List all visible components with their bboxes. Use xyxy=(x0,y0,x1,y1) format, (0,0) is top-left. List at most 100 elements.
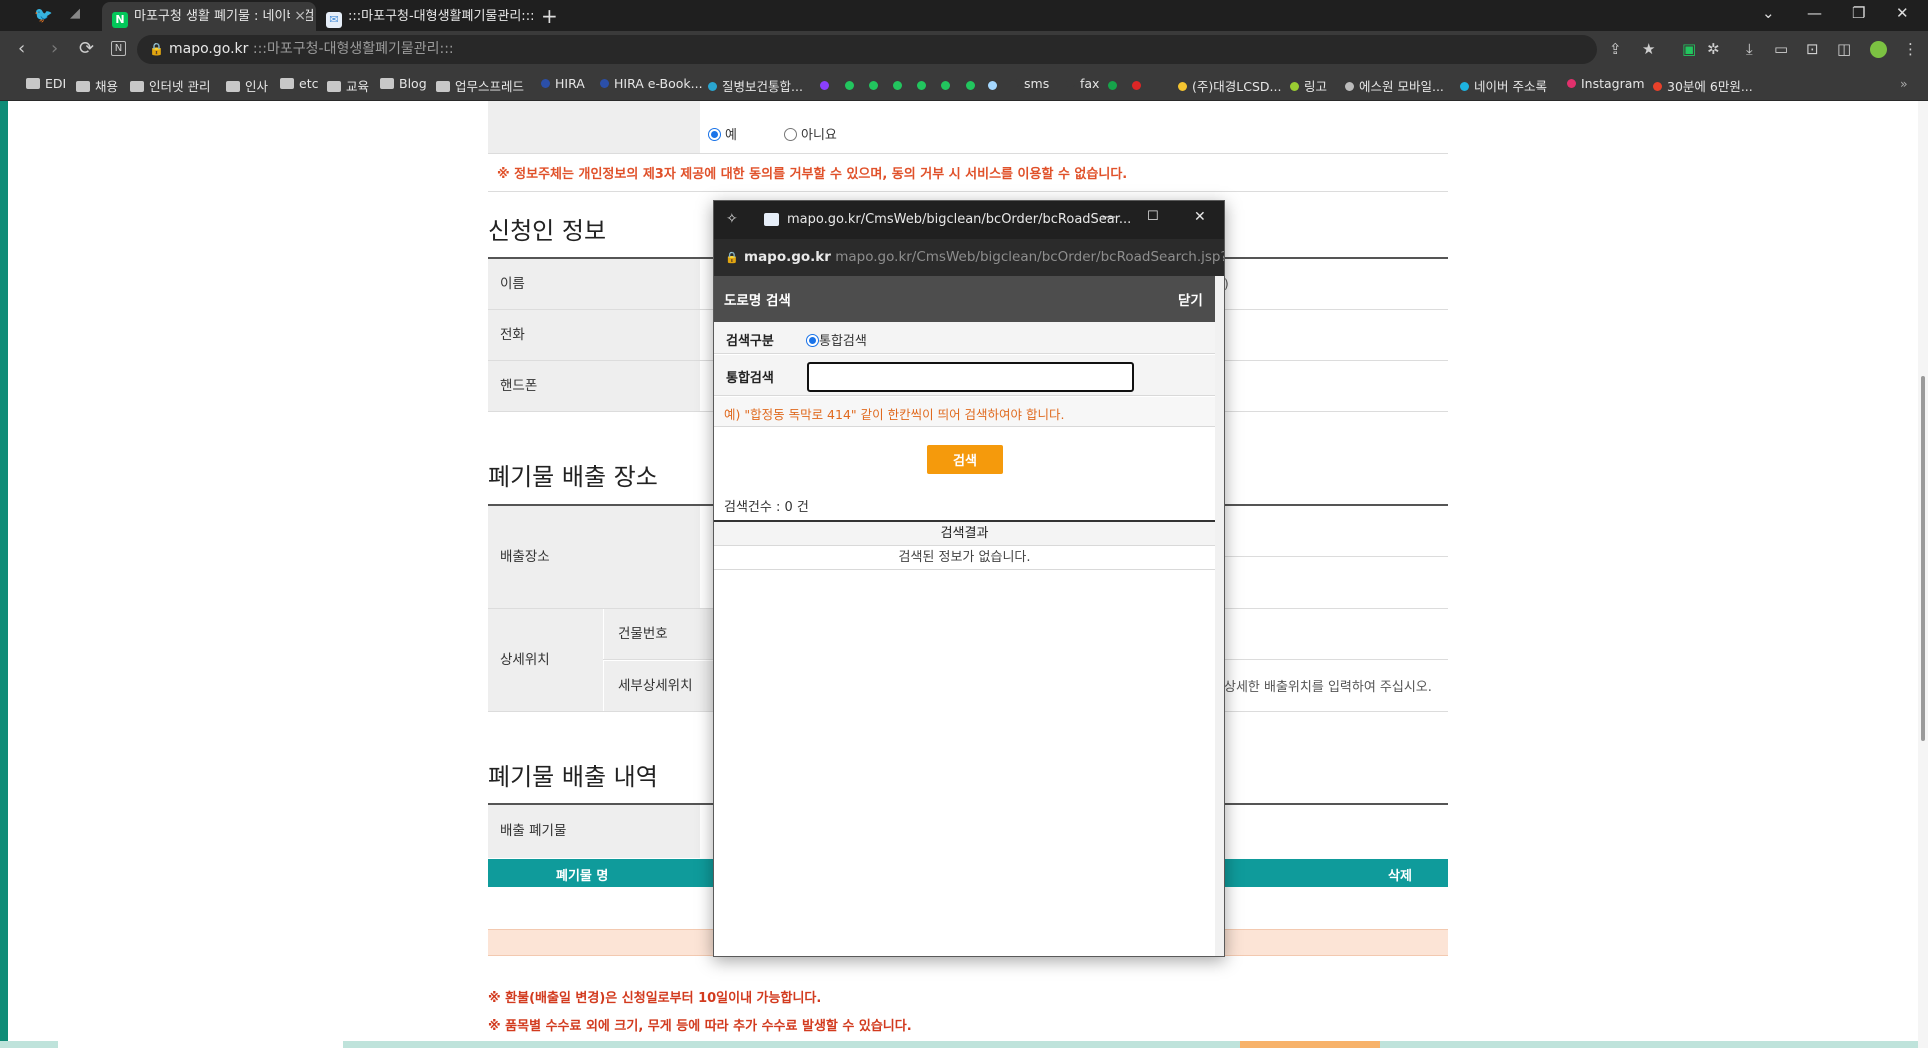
media-icon[interactable]: ▭ xyxy=(1774,40,1788,58)
bookmark-dot-icon[interactable] xyxy=(1132,81,1141,90)
bookmark-folder-recruit[interactable]: 채용 xyxy=(76,76,118,95)
avatar[interactable] xyxy=(1870,41,1887,58)
tab-close-icon[interactable]: × xyxy=(290,2,306,31)
sidepanel-icon[interactable]: ◫ xyxy=(1837,40,1851,58)
tab-search-icon[interactable]: ◢ xyxy=(70,6,80,21)
bookmark-folder-hr[interactable]: 인사 xyxy=(226,76,268,95)
popup-scrollbar[interactable] xyxy=(1215,276,1224,956)
folder-icon xyxy=(226,81,240,92)
bookmark-dot-icon[interactable] xyxy=(941,81,950,90)
bookmark-dot-icon[interactable] xyxy=(893,81,902,90)
scroll-thumb[interactable] xyxy=(1921,376,1925,741)
tab-naver[interactable]: N 마포구청 생활 폐기물 : 네이버 검 × xyxy=(102,2,316,31)
bookmark-folder-spread[interactable]: 업무스프레드 xyxy=(436,76,524,95)
bookmark-instagram[interactable]: Instagram xyxy=(1567,76,1645,91)
subdetail-label: 세부상세위치 xyxy=(604,661,713,711)
minimize-icon[interactable]: — xyxy=(1807,4,1822,22)
col-waste-name: 폐기물 명 xyxy=(556,869,609,884)
applicant-section-title: 신청인 정보 xyxy=(488,217,607,245)
search-button[interactable]: 검색 xyxy=(927,445,1003,474)
share-icon[interactable]: ⇪ xyxy=(1609,40,1622,58)
naver-extension-icon[interactable]: N xyxy=(111,41,126,56)
lock-icon: 🔒 xyxy=(149,42,164,56)
bookmark-fax[interactable]: fax xyxy=(1066,76,1099,91)
radio-icon xyxy=(784,128,797,141)
popup-minimize-icon[interactable]: — xyxy=(1102,209,1116,225)
banner-segment xyxy=(1240,1041,1380,1048)
tab-title: 마포구청 생활 폐기물 : 네이버 검 xyxy=(134,9,315,24)
reload-icon[interactable]: ⟳ xyxy=(79,39,94,59)
browser-toolbar: ‹ › ⟳ N 🔒 mapo.go.kr :::마포구청-대형생활폐기물관리::… xyxy=(0,31,1928,68)
pin-icon[interactable]: ✧ xyxy=(726,211,738,227)
detail-label: 상세위치 xyxy=(488,609,603,711)
consent-yes-radio[interactable]: 예 xyxy=(708,124,737,143)
extension-green-icon[interactable]: ▣ xyxy=(1682,40,1696,58)
restore-icon[interactable]: ❐ xyxy=(1852,4,1865,22)
address-bar[interactable]: 🔒 mapo.go.kr :::마포구청-대형생활폐기물관리::: xyxy=(137,35,1597,64)
bookmark-ringo[interactable]: 링고 xyxy=(1290,76,1327,95)
bookmark-30min[interactable]: 30분에 6만원... xyxy=(1653,76,1753,95)
col-delete: 삭제 xyxy=(1388,869,1412,884)
search-example: 예) "합정동 독막로 414" 같이 한칸씩이 띄어 검색하여야 합니다. xyxy=(724,407,1065,422)
screenshot-icon[interactable]: ⊡ xyxy=(1806,40,1819,58)
s1-icon xyxy=(1345,82,1354,91)
download-icon[interactable]: ⤓ xyxy=(1746,40,1753,58)
bookmark-dot-icon[interactable] xyxy=(869,81,878,90)
bookmark-dot-icon[interactable] xyxy=(1108,81,1117,90)
bookmark-star-icon[interactable]: ★ xyxy=(1642,40,1655,58)
bookmarks-overflow-icon[interactable]: » xyxy=(1900,76,1908,91)
search-field-row: 통합검색 xyxy=(714,355,1215,396)
bookmark-dot-icon[interactable] xyxy=(820,81,829,90)
address-domain: mapo.go.kr xyxy=(169,41,249,57)
bookmark-daekyung[interactable]: (주)대경LCSD... xyxy=(1178,76,1281,95)
popup-close-link[interactable]: 닫기 xyxy=(1178,289,1203,309)
forward-icon[interactable]: › xyxy=(51,39,58,59)
bookmark-dot-icon[interactable] xyxy=(917,81,926,90)
road-search-input[interactable] xyxy=(807,362,1134,392)
search-type-radio[interactable]: 통합검색 xyxy=(806,330,867,349)
list-section-title: 폐기물 배출 내역 xyxy=(488,763,658,791)
profile-icon[interactable]: 🐦 xyxy=(34,6,54,24)
close-window-icon[interactable]: ✕ xyxy=(1896,4,1909,22)
bookmark-dot-icon[interactable] xyxy=(966,81,975,90)
hira-icon xyxy=(541,79,550,88)
sms-icon xyxy=(1010,79,1019,88)
popup-close-icon[interactable]: ✕ xyxy=(1194,209,1206,225)
subdetail-hint: 상세한 배출위치를 입력하여 주십시오. xyxy=(1224,680,1432,695)
folder-icon xyxy=(76,81,90,92)
consent-no-radio[interactable]: 아니요 xyxy=(784,124,837,143)
back-icon[interactable]: ‹ xyxy=(18,39,25,59)
menu-icon[interactable]: ⋮ xyxy=(1903,40,1918,58)
daekyung-icon xyxy=(1178,82,1187,91)
bookmark-naver-contacts[interactable]: 네이버 주소록 xyxy=(1460,76,1547,95)
popup-maximize-icon[interactable]: ☐ xyxy=(1147,209,1159,224)
popup-title: mapo.go.kr/CmsWeb/bigclean/bcOrder/bcRoa… xyxy=(787,212,1132,227)
bookmark-dot-icon[interactable] xyxy=(988,81,997,90)
bookmark-s1[interactable]: 에스원 모바일... xyxy=(1345,76,1444,95)
folder-icon xyxy=(280,78,294,89)
bookmark-folder-edu[interactable]: 교육 xyxy=(327,76,369,95)
mapo-favicon-icon: ✉ xyxy=(326,12,342,28)
bookmark-folder-edi[interactable]: EDI xyxy=(26,76,66,91)
page-scrollbar[interactable] xyxy=(1918,101,1928,1048)
puzzle-icon[interactable]: ✲ xyxy=(1707,40,1720,58)
left-accent-bar xyxy=(0,101,8,1048)
consent-note: ※ 정보주체는 개인정보의 제3자 제공에 대한 동의를 거부할 수 있으며, … xyxy=(497,167,1128,182)
bookmark-disease[interactable]: 질병보건통합... xyxy=(708,76,803,95)
popup-titlebar: ✧ mapo.go.kr/CmsWeb/bigclean/bcOrder/bcR… xyxy=(714,201,1224,239)
tab-mapo[interactable]: ✉:::마포구청-대형생활폐기물관리::: xyxy=(316,2,534,31)
popup-favicon-icon xyxy=(764,213,779,226)
new-tab-button[interactable]: + xyxy=(541,4,558,28)
bookmark-dot-icon[interactable] xyxy=(845,81,854,90)
naver-favicon-icon: N xyxy=(112,12,128,28)
browser-tabbar: 🐦 ◢ N 마포구청 생활 폐기물 : 네이버 검 × ✉:::마포구청-대형생활… xyxy=(0,0,1928,31)
bookmark-folder-blog[interactable]: Blog xyxy=(380,76,427,91)
tab-list-chevron-icon[interactable]: ⌄ xyxy=(1762,4,1775,22)
banner-segment xyxy=(58,1041,343,1048)
bookmark-hira[interactable]: HIRA xyxy=(541,76,585,91)
bookmark-hira-ebook[interactable]: HIRA e-Book... xyxy=(600,76,703,91)
popup-address-bar[interactable]: 🔒 mapo.go.kr mapo.go.kr/CmsWeb/bigclean/… xyxy=(714,239,1224,276)
bookmark-sms[interactable]: sms xyxy=(1010,76,1049,91)
bookmark-folder-etc[interactable]: etc xyxy=(280,76,318,91)
bookmark-folder-internet[interactable]: 인터넷 관리 xyxy=(130,76,210,95)
